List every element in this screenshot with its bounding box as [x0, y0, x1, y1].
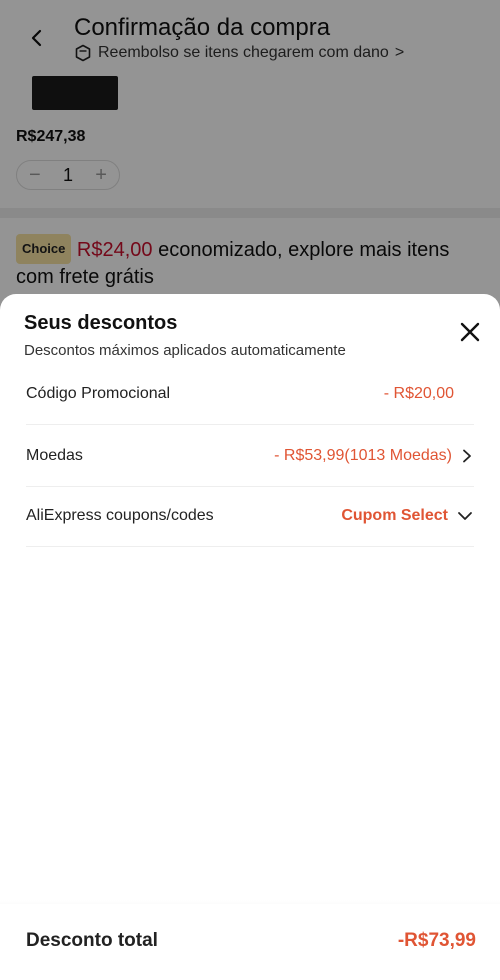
chevron-down-icon — [458, 512, 472, 520]
sheet-title: Seus descontos — [24, 312, 178, 334]
close-button[interactable] — [456, 318, 484, 346]
coins-value-wrap: - R$53,99(1013 Moedas) — [274, 447, 474, 465]
close-icon — [460, 322, 480, 342]
chevron-right-icon — [463, 449, 471, 463]
promo-code-label: Código Promocional — [26, 385, 171, 402]
promo-code-value: - R$20,00 — [383, 385, 454, 402]
coins-value: - R$53,99(1013 Moedas) — [274, 447, 452, 464]
coins-row[interactable]: Moedas - R$53,99(1013 Moedas) — [26, 426, 474, 487]
coins-label: Moedas — [26, 447, 83, 464]
total-discount-value: -R$73,99 — [397, 930, 476, 951]
total-discount-label: Desconto total — [26, 930, 158, 951]
coupons-label: AliExpress coupons/codes — [26, 507, 214, 524]
aliexpress-coupons-row[interactable]: AliExpress coupons/codes Cupom Select — [26, 486, 474, 547]
promo-code-row[interactable]: Código Promocional - R$20,00 — [26, 364, 474, 425]
sheet-subtitle: Descontos máximos aplicados automaticame… — [24, 342, 346, 359]
discounts-sheet: Seus descontos Descontos máximos aplicad… — [0, 294, 500, 980]
coupon-select-value: Cupom Select — [341, 507, 448, 524]
coupons-value-wrap: Cupom Select — [341, 507, 474, 525]
total-footer: Desconto total -R$73,99 — [0, 904, 500, 980]
